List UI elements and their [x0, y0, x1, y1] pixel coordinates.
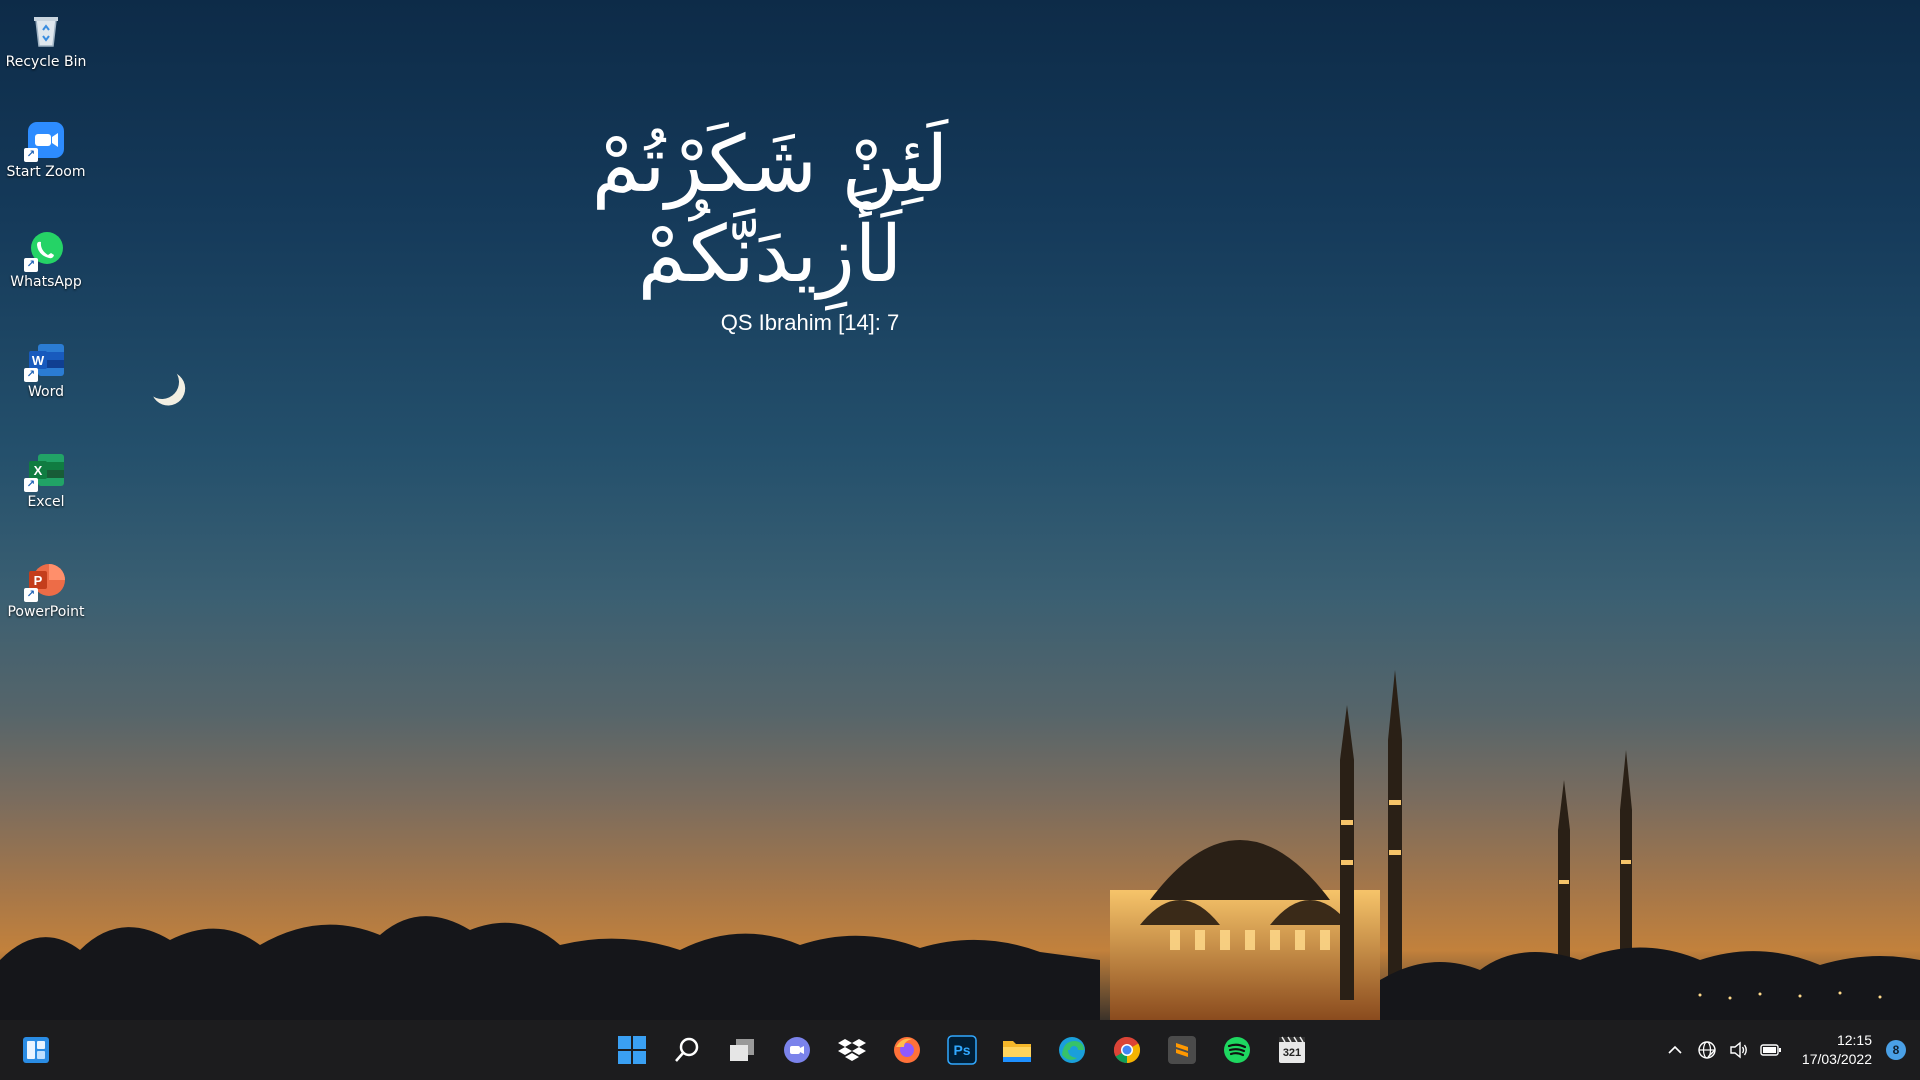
shortcut-arrow-icon: ↗: [24, 148, 38, 162]
dropbox-icon: [838, 1039, 866, 1061]
clock[interactable]: 12:15 17/03/2022: [1802, 1031, 1872, 1069]
desktop-icon-whatsapp[interactable]: ↗ WhatsApp: [4, 224, 88, 314]
edge-icon: [1059, 1037, 1085, 1063]
speaker-icon: [1730, 1041, 1747, 1059]
clock-date: 17/03/2022: [1801, 1051, 1872, 1067]
desktop-icon-label: PowerPoint: [7, 604, 85, 620]
battery-icon: [1760, 1044, 1781, 1056]
spotify-button[interactable]: [1215, 1028, 1259, 1072]
powerpoint-icon: P ↗: [24, 560, 66, 602]
media-player-button[interactable]: 321: [1270, 1028, 1314, 1072]
chevron-up-icon: [1668, 1045, 1682, 1054]
desktop-icon-word[interactable]: W ↗ Word: [4, 334, 88, 424]
desktop-icon-label: WhatsApp: [10, 274, 82, 290]
arabic-verse: لَئِنْ شَكَرْتُمْ لَأَزِيدَنَّكُمْ: [591, 120, 949, 300]
volume-button[interactable]: [1724, 1035, 1754, 1065]
chrome-button[interactable]: [1105, 1028, 1149, 1072]
start-button[interactable]: [610, 1028, 654, 1072]
start-icon: [618, 1036, 646, 1064]
clock-time: 12:15: [1836, 1032, 1872, 1048]
sublime-text-button[interactable]: [1160, 1028, 1204, 1072]
task-view-button[interactable]: [720, 1028, 764, 1072]
system-tray: 12:15 17/03/2022 8: [1660, 1020, 1920, 1080]
media-player-label: 321: [1282, 1047, 1302, 1059]
whatsapp-icon: ↗: [24, 230, 66, 272]
shortcut-arrow-icon: ↗: [24, 588, 38, 602]
zoom-icon: ↗: [24, 120, 66, 162]
desktop-icon-label: Excel: [27, 494, 65, 510]
svg-text:W: W: [32, 353, 45, 368]
file-explorer-button[interactable]: [995, 1028, 1039, 1072]
firefox-button[interactable]: [885, 1028, 929, 1072]
excel-icon: X ↗: [24, 450, 66, 492]
svg-text:P: P: [34, 573, 43, 588]
show-hidden-icons-button[interactable]: [1660, 1035, 1690, 1065]
taskbar-pinned-apps: Ps 321: [610, 1028, 1314, 1072]
search-icon: [675, 1037, 699, 1062]
battery-button[interactable]: [1756, 1035, 1786, 1065]
sublime-text-icon: [1168, 1036, 1196, 1064]
shortcut-arrow-icon: ↗: [24, 368, 38, 382]
word-icon: W ↗: [24, 340, 66, 382]
photoshop-button[interactable]: Ps: [940, 1028, 984, 1072]
spotify-icon: [1224, 1037, 1250, 1063]
edge-button[interactable]: [1050, 1028, 1094, 1072]
network-button[interactable]: [1692, 1035, 1722, 1065]
desktop-icon-start-zoom[interactable]: ↗ Start Zoom: [4, 114, 88, 204]
dropbox-button[interactable]: [830, 1028, 874, 1072]
shortcut-arrow-icon: ↗: [24, 478, 38, 492]
taskbar: Ps 321 12:15 17/03/2022 8: [0, 1020, 1920, 1080]
desktop-icon-powerpoint[interactable]: P ↗ PowerPoint: [4, 554, 88, 644]
teams-chat-icon: [784, 1037, 810, 1063]
svg-text:X: X: [34, 463, 43, 478]
photoshop-label: Ps: [953, 1042, 971, 1058]
shortcut-arrow-icon: ↗: [24, 258, 38, 272]
desktop-icon-label: Start Zoom: [6, 164, 86, 180]
recycle-bin-icon: [26, 10, 66, 50]
widgets-icon: [23, 1037, 49, 1063]
firefox-icon: [894, 1037, 920, 1063]
desktop-icon-excel[interactable]: X ↗ Excel: [4, 444, 88, 534]
crescent-moon: [140, 360, 184, 404]
chrome-icon: [1113, 1036, 1141, 1064]
desktop-icon-recycle-bin[interactable]: Recycle Bin: [4, 4, 88, 94]
notification-badge[interactable]: 8: [1886, 1040, 1906, 1060]
file-explorer-icon: [1003, 1041, 1031, 1062]
desktop-icon-label: Word: [28, 384, 64, 400]
desktop-icon-label: Recycle Bin: [5, 54, 87, 70]
globe-icon: [1698, 1041, 1716, 1059]
widgets-button[interactable]: [20, 1034, 52, 1066]
task-view-icon: [730, 1039, 754, 1061]
search-button[interactable]: [665, 1028, 709, 1072]
mosque-skyline: [0, 670, 1920, 1020]
teams-chat-button[interactable]: [775, 1028, 819, 1072]
verse-reference: QS Ibrahim [14]: 7: [720, 310, 900, 335]
